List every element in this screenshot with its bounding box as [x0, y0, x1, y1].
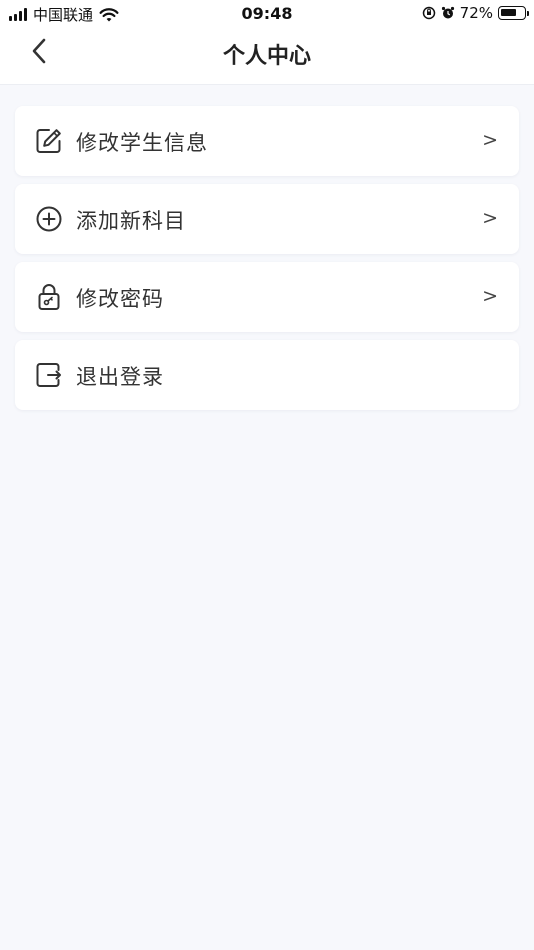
- menu-item-change-password[interactable]: 修改密码 >: [15, 262, 519, 332]
- orientation-lock-icon: [422, 6, 435, 20]
- battery-cap: [527, 11, 529, 16]
- logout-icon: [36, 363, 61, 387]
- menu-item-label: 修改学生信息: [76, 131, 208, 155]
- battery-icon: [498, 6, 529, 20]
- battery-level: [501, 9, 516, 16]
- status-bar: 中国联通 09:48 72%: [0, 0, 534, 28]
- menu-item-edit-student-info[interactable]: 修改学生信息 >: [15, 106, 519, 176]
- page-title: 个人中心: [222, 44, 311, 69]
- add-circle-icon: [36, 206, 62, 232]
- menu-item-label: 修改密码: [76, 287, 164, 311]
- chevron-right-icon: >: [482, 129, 498, 151]
- nav-bar: 个人中心: [0, 28, 534, 85]
- profile-menu: 修改学生信息 > 添加新科目 > 修改密码 > 退出登录: [15, 106, 519, 418]
- menu-item-logout[interactable]: 退出登录: [15, 340, 519, 410]
- chevron-right-icon: >: [482, 285, 498, 307]
- edit-icon: [36, 129, 61, 153]
- menu-item-label: 添加新科目: [76, 209, 186, 233]
- lock-icon: [38, 284, 60, 310]
- alarm-icon: [441, 6, 454, 19]
- chevron-right-icon: >: [482, 207, 498, 229]
- battery-percent: 72%: [459, 4, 493, 22]
- status-bar-right: 72%: [422, 4, 529, 22]
- menu-item-label: 退出登录: [76, 365, 164, 389]
- menu-item-add-subject[interactable]: 添加新科目 >: [15, 184, 519, 254]
